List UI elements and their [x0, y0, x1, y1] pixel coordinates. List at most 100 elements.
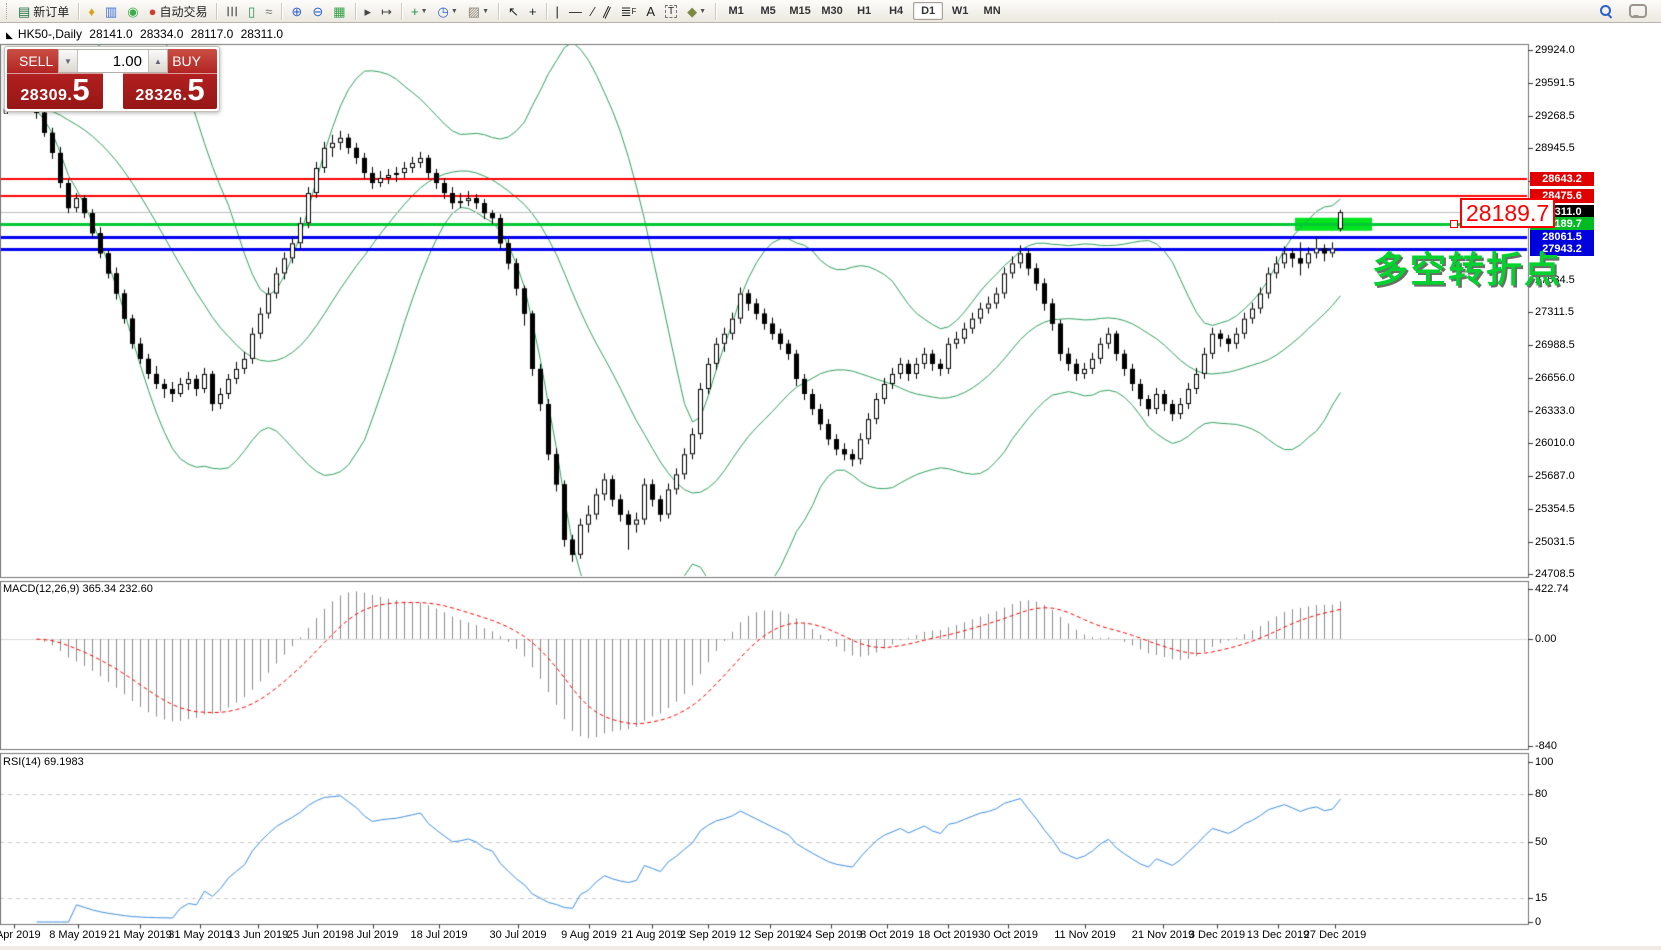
ohlc-close: 28311.0 [240, 27, 284, 41]
window-marker-icon: ◣ [6, 30, 13, 40]
icon-subscript: F [631, 6, 637, 16]
crosshair-icon: + [528, 3, 537, 19]
timeframe-h1[interactable]: H1 [849, 2, 879, 20]
dropdown-caret-icon: ▼ [450, 7, 458, 15]
line-chart-button[interactable]: ≈ [261, 1, 276, 21]
horizontal-line-button[interactable]: — [565, 1, 586, 21]
bar-chart-button[interactable]: ☰ [222, 1, 242, 21]
new-order-button-label: 新订单 [33, 4, 70, 19]
zoom-in-button[interactable]: ⊕ [287, 1, 306, 21]
autotrading-button[interactable]: ● 自动交易 [145, 1, 212, 21]
timeframe-m5[interactable]: M5 [753, 2, 783, 20]
x-axis-date-label: 21 Aug 2019 [621, 929, 683, 941]
crosshair-button[interactable]: + [525, 1, 541, 21]
templates-button[interactable]: ▨ ▼ [464, 1, 493, 21]
rsi-axis-tick: 15 [1535, 892, 1548, 904]
market-watch-icon-button[interactable]: ♦ [84, 1, 99, 21]
x-axis-date-label: 25 Jun 2019 [286, 929, 348, 941]
zoom-out-button[interactable]: ⊖ [308, 1, 327, 21]
chat-icon[interactable] [1629, 4, 1647, 18]
x-axis-date-label: 31 May 2019 [168, 929, 232, 941]
volume-input[interactable] [78, 50, 148, 72]
auto-scroll-button[interactable]: ▸ [361, 1, 376, 21]
periods-button[interactable]: ◷ ▼ [434, 1, 462, 21]
x-axis-date-label: 30 Oct 2019 [978, 929, 1038, 941]
toolbar-separator [400, 2, 402, 20]
timeframe-mn[interactable]: MN [977, 2, 1007, 20]
price-callout[interactable]: 28189.7 [1460, 198, 1556, 228]
x-axis-date-label: 30 Jul 2019 [489, 929, 547, 941]
rsi-axis-tick: 100 [1535, 756, 1554, 768]
y-axis-tick: 25031.5 [1535, 535, 1575, 548]
macd-label: MACD(12,26,9) 365.34 232.60 [3, 583, 153, 595]
rsi-axis-tick: 50 [1535, 836, 1548, 848]
channel-button[interactable]: ∥ [600, 1, 615, 21]
trendline-button[interactable]: ∕ [588, 1, 598, 21]
text-label-button[interactable]: T [661, 1, 681, 21]
toolbar-separator [216, 2, 218, 20]
timeframe-m15[interactable]: M15 [785, 2, 815, 20]
channel-icon: ∥ [601, 2, 614, 20]
x-axis-date-label: 2 Sep 2019 [679, 929, 737, 941]
x-axis-date-label: 18 Oct 2019 [918, 929, 978, 941]
arrows-button[interactable]: ◆ ▼ [683, 1, 710, 21]
signals-icon-button[interactable]: ◉ [123, 1, 142, 21]
price-level-tag[interactable]: 28643.2 [1530, 171, 1594, 186]
y-axis-tick: 26656.0 [1535, 372, 1575, 385]
indicators-icon: + [410, 3, 419, 19]
text-label-icon: T [665, 4, 678, 18]
toolbar-separator [281, 2, 283, 20]
candlestick-chart-icon: ▯ [248, 3, 256, 19]
chart-shift-icon: ↦ [381, 3, 392, 19]
y-axis-tick: 26988.5 [1535, 338, 1575, 351]
fibonacci-button[interactable]: ≣ F [617, 1, 641, 21]
candlestick-chart-button[interactable]: ▯ [244, 1, 259, 21]
text-button[interactable]: A [642, 1, 659, 21]
mt4-window: ▤ 新订单 ♦ ▥ ◉ ● 自动交易 ☰ ▯ ≈ ⊕ ⊖ ▦ ▸ ↦ + ▼ ◷ ▼ ▨ ▼ ↖ + | — ∕ ∥ ≣ F A T ◆ ▼ M1… [0, 0, 1661, 950]
fibonacci-icon: ≣ [620, 3, 632, 19]
y-axis-tick: 29591.5 [1535, 77, 1575, 90]
rsi-axis-tick: 0 [1535, 916, 1542, 928]
chart-shift-button[interactable]: ↦ [377, 1, 396, 21]
cn-annotation: 多空转折点 [1372, 249, 1563, 290]
line-chart-icon: ≈ [265, 3, 273, 19]
dropdown-caret-icon: ▼ [420, 7, 428, 15]
x-axis-date-label: 11 Nov 2019 [1054, 929, 1116, 941]
chart-canvas[interactable] [0, 0, 1661, 950]
timeframe-d1[interactable]: D1 [913, 2, 944, 20]
volume-increase-button[interactable]: ▲ [148, 50, 167, 72]
y-axis-tick: 29268.5 [1535, 109, 1575, 122]
buy-price: 28326.5 [135, 72, 205, 107]
new-order-button[interactable]: ▤ 新订单 [14, 1, 73, 21]
text-icon: A [646, 3, 656, 19]
indicators-button[interactable]: + ▼ [407, 1, 432, 21]
y-axis-tick: 26010.0 [1535, 437, 1575, 450]
new-order-icon: ▤ [18, 3, 31, 19]
vertical-line-button[interactable]: | [552, 1, 563, 21]
toolbar-separator [715, 2, 717, 20]
timeframe-h4[interactable]: H4 [881, 2, 911, 20]
trendline-icon: ∕ [591, 3, 595, 19]
tile-windows-button[interactable]: ▦ [329, 1, 349, 21]
dropdown-caret-icon: ▼ [482, 7, 490, 15]
macd-axis-tick: 0.00 [1535, 633, 1557, 645]
dropdown-caret-icon: ▼ [699, 7, 707, 15]
timeframe-m30[interactable]: M30 [817, 2, 847, 20]
chart-title: ◣ HK50-,Daily 28141.0 28334.0 28117.0 283… [6, 27, 287, 41]
rsi-label: RSI(14) 69.1983 [3, 756, 84, 768]
cursor-icon: ↖ [508, 3, 519, 19]
search-icon[interactable] [1599, 4, 1613, 18]
periods-icon: ◷ [437, 3, 449, 19]
toolbar: ▤ 新订单 ♦ ▥ ◉ ● 自动交易 ☰ ▯ ≈ ⊕ ⊖ ▦ ▸ ↦ + ▼ ◷ ▼ ▨ ▼ ↖ + | — ∕ ∥ ≣ F A T ◆ ▼ M1… [0, 0, 1661, 23]
toolbar-grip [6, 3, 10, 19]
volume-decrease-button[interactable]: ▼ [59, 50, 78, 72]
timeframe-w1[interactable]: W1 [945, 2, 975, 20]
charts-icon-button[interactable]: ▥ [101, 1, 121, 21]
toolbar-separator [545, 2, 547, 20]
rsi-axis-tick: 80 [1535, 788, 1548, 800]
autotrading-icon: ● [148, 3, 157, 19]
signals-icon-icon: ◉ [127, 3, 139, 19]
timeframe-m1[interactable]: M1 [721, 2, 751, 20]
x-axis-date-label: 21 May 2019 [108, 929, 172, 941]
cursor-button[interactable]: ↖ [504, 1, 523, 21]
